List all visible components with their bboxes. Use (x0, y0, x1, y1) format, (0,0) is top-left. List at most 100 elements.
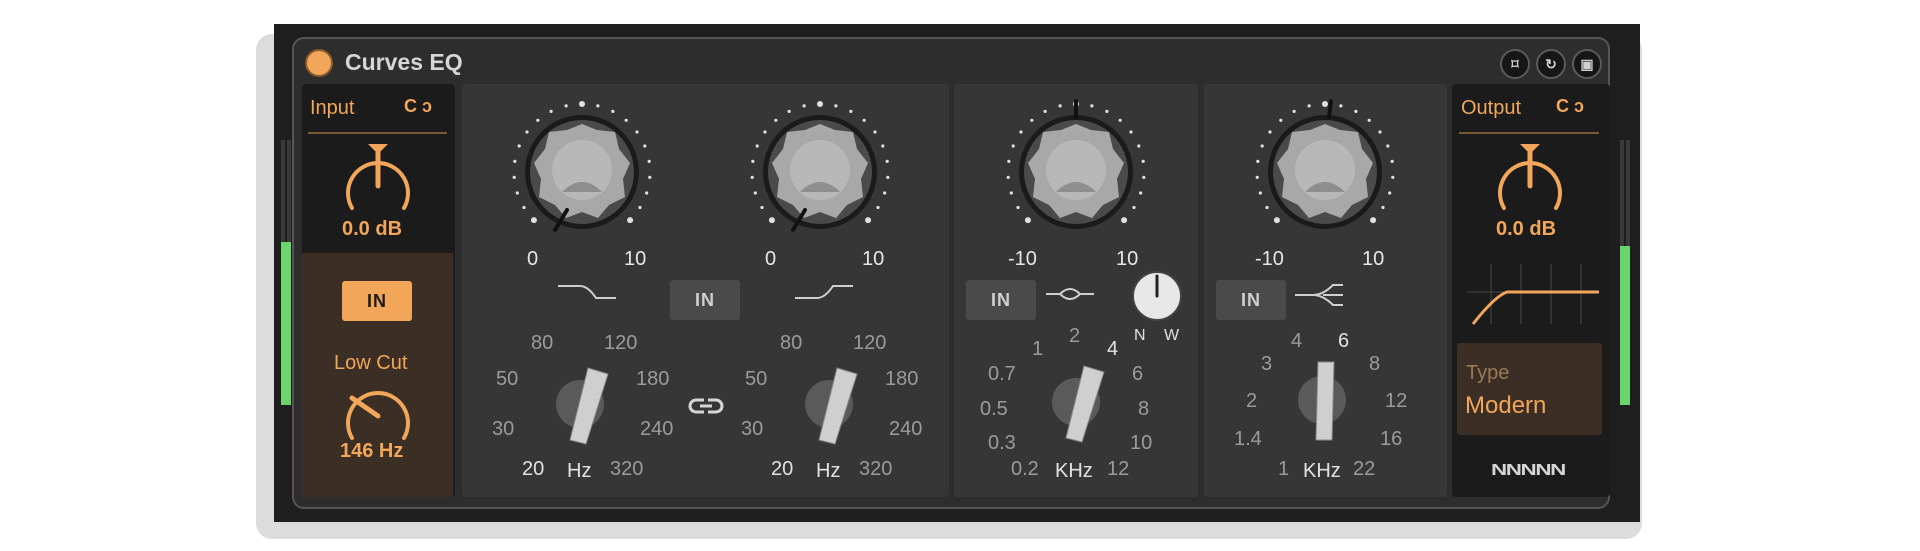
knob-scale-dot (1142, 175, 1146, 179)
band1-freq-knob[interactable] (540, 360, 620, 450)
knob-scale-dot (627, 217, 634, 224)
band3-gain-max: 10 (1116, 248, 1139, 270)
low-cut-value: 146 Hz (340, 440, 404, 462)
band2-freq-tick: 30 (741, 418, 764, 440)
band4-freq-tick: 16 (1380, 428, 1403, 450)
knob-scale-dot (849, 109, 853, 114)
band2-freq-tick: 80 (780, 332, 803, 354)
knob-scale-dot (1339, 104, 1343, 108)
knob-scale-dot (596, 104, 600, 108)
knob-scale-dot (876, 205, 880, 210)
band4-freq-tick: 22 (1353, 458, 1376, 480)
band3-shape-icon (1046, 288, 1094, 300)
band3-freq-tick: 6 (1132, 363, 1144, 385)
low-cut-knob[interactable] (338, 378, 418, 448)
knob-scale-dot (635, 130, 639, 134)
brand-logo: NNNNN (1491, 462, 1566, 479)
band1-gain-knob[interactable] (507, 97, 657, 247)
device-title: Curves EQ (345, 49, 463, 75)
band1-gain-min: 0 (527, 248, 539, 270)
hot-swap-icon[interactable]: ↻ (1536, 49, 1566, 79)
knob-scale-dot (1118, 118, 1122, 122)
band4-freq-tick: 1 (1278, 458, 1290, 480)
output-gain-value: 0.0 dB (1496, 218, 1557, 240)
knob-scale-dot (1279, 118, 1283, 122)
output-meter-level (1620, 246, 1630, 405)
knob-scale-dot (579, 101, 585, 107)
knob-scale-dot (1367, 118, 1371, 122)
knob-scale-dot (1019, 130, 1023, 134)
band4-gain-max: 10 (1362, 248, 1385, 270)
fold-icon[interactable]: ⌑ (1500, 49, 1530, 79)
input-label: Input (310, 97, 355, 119)
band3-freq-tick: 2 (1069, 325, 1081, 347)
knob-scale-dot (564, 104, 568, 108)
knob-scale-dot (881, 144, 885, 148)
band3-q-knob[interactable] (1131, 270, 1183, 322)
knob-scale-dot (536, 118, 540, 122)
knob-scale-dot (883, 191, 887, 195)
band4-freq-tick: 1.4 (1234, 428, 1262, 450)
knob-scale-dot (1292, 109, 1296, 114)
type-value: Modern (1465, 392, 1547, 419)
knob-scale-dot (1139, 191, 1143, 195)
band4-freq-tick: 6 (1338, 330, 1350, 352)
band3-in-button[interactable]: IN (966, 280, 1036, 320)
band1-freq-tick: 80 (531, 332, 554, 354)
band2-gain-knob[interactable] (745, 97, 895, 247)
knob-scale-dot (1132, 205, 1136, 210)
knob-scale-dot (1121, 217, 1128, 224)
knob-scale-dot (760, 205, 764, 210)
knob-scale-dot (1105, 109, 1109, 114)
knob-scale-dot (750, 175, 754, 179)
input-gain-knob[interactable] (338, 142, 418, 222)
band4-freq-knob[interactable] (1282, 356, 1362, 446)
output-link-icon[interactable]: C ↄ (1556, 96, 1584, 117)
knob-scale-dot (802, 104, 806, 108)
band2-in-button[interactable]: IN (670, 280, 740, 320)
knob-scale-dot (643, 144, 647, 148)
type-selector[interactable] (1457, 343, 1602, 435)
input-gain-value: 0.0 dB (342, 218, 403, 240)
input-link-icon[interactable]: C ↄ (404, 96, 432, 117)
knob-scale-dot (755, 144, 759, 148)
knob-scale-dot (1011, 144, 1015, 148)
knob-scale-dot (611, 109, 615, 114)
knob-scale-dot (1141, 159, 1145, 163)
knob-scale-dot (1307, 104, 1311, 108)
type-label: Type (1466, 362, 1510, 384)
low-cut-in-button[interactable]: IN (342, 281, 412, 321)
band2-freq-tick: 240 (889, 418, 923, 440)
knob-scale-dot (515, 191, 519, 195)
band2-freq-tick: 320 (859, 458, 893, 480)
band4-gain-knob[interactable] (1250, 97, 1400, 247)
knob-scale-dot (1137, 144, 1141, 148)
band1-gain-max: 10 (624, 248, 647, 270)
save-icon[interactable]: ▣ (1572, 49, 1602, 79)
knob-scale-dot (648, 175, 652, 179)
band-link-icon[interactable] (686, 396, 726, 416)
band1-shape-icon (558, 285, 616, 299)
band3-freq-knob[interactable] (1036, 358, 1116, 448)
band4-freq-unit: KHz (1303, 460, 1341, 482)
knob-scale-dot (517, 144, 521, 148)
band1-freq-tick: 120 (604, 332, 638, 354)
device-power-button[interactable] (305, 49, 333, 77)
knob-scale-dot (530, 217, 537, 224)
band2-freq-knob[interactable] (789, 360, 869, 450)
output-gain-knob[interactable] (1490, 142, 1570, 222)
knob-scale-dot (1386, 144, 1390, 148)
knob-scale-dot (834, 104, 838, 108)
knob-scale-dot (1391, 175, 1395, 179)
band4-in-button[interactable]: IN (1216, 280, 1286, 320)
band1-freq-unit: Hz (567, 460, 592, 482)
band3-freq-tick: 0.3 (988, 432, 1016, 454)
band2-freq-unit: Hz (816, 460, 841, 482)
band1-freq-tick: 30 (492, 418, 515, 440)
band4-freq-tick: 4 (1291, 330, 1303, 352)
band3-gain-min: -10 (1008, 248, 1037, 270)
output-label: Output (1461, 97, 1522, 119)
knob-scale-dot (1007, 159, 1011, 163)
band3-gain-knob[interactable] (1001, 97, 1151, 247)
band4-shape-icon (1295, 284, 1343, 306)
